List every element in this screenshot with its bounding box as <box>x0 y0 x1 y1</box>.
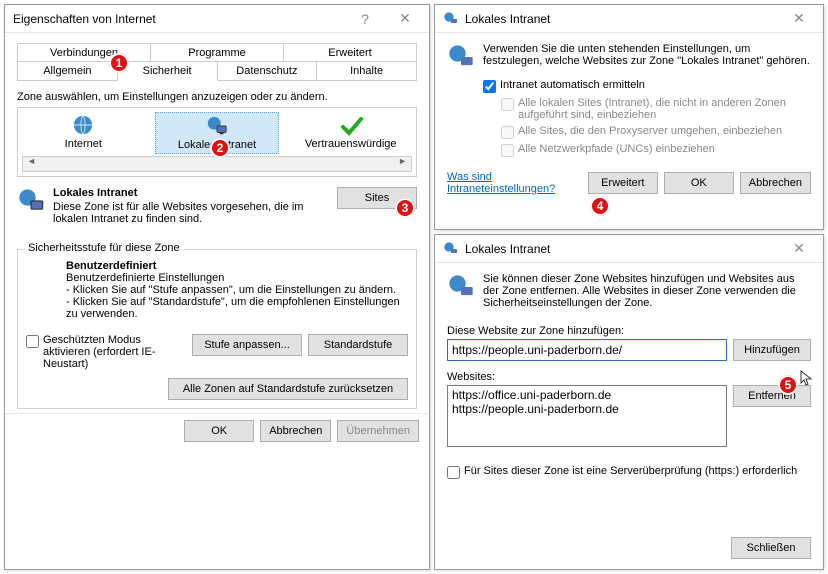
globe-icon <box>72 114 94 136</box>
cb-local-sites: Alle lokalen Sites (Intranet), die nicht… <box>501 97 811 121</box>
local-intranet-sites-window: Lokales Intranet ✕ Sie können dieser Zon… <box>434 234 824 570</box>
cb-unc-paths: Alle Netzwerkpfade (UNCs) einbeziehen <box>501 143 811 157</box>
local-intranet-zone-window: Lokales Intranet ✕ Verwenden Sie die unt… <box>434 4 824 230</box>
level-line: - Klicken Sie auf "Stufe anpassen", um d… <box>66 284 408 296</box>
shield-icon <box>443 11 459 27</box>
tabstrip: Verbindungen Programme Erweitert Allgeme… <box>17 43 417 81</box>
tab-allgemein[interactable]: Allgemein <box>17 61 118 81</box>
zone-heading: Lokales Intranet <box>53 187 329 199</box>
shield-icon <box>447 43 475 71</box>
step-marker-2: 2 <box>210 138 230 158</box>
auto-detect-label: Intranet automatisch ermitteln <box>500 79 645 91</box>
cb-proxy-bypass: Alle Sites, die den Proxyserver umgehen,… <box>501 125 811 139</box>
zone-description: Diese Zone ist für alle Websites vorgese… <box>53 201 329 225</box>
shield-icon <box>443 241 459 257</box>
add-site-input[interactable] <box>447 339 727 361</box>
titlebar: Lokales Intranet ✕ <box>435 5 823 33</box>
close-button[interactable]: ✕ <box>779 5 819 32</box>
window-title: Lokales Intranet <box>465 12 779 26</box>
tab-verbindungen[interactable]: Verbindungen <box>17 43 151 62</box>
https-verify-label: Für Sites dieser Zone ist eine Serverübe… <box>464 465 797 477</box>
https-verify-input[interactable] <box>447 466 460 479</box>
add-button[interactable]: Hinzufügen <box>733 339 811 361</box>
zone-prompt: Zone auswählen, um Einstellungen anzuzei… <box>17 91 417 103</box>
cb-proxy-bypass-input <box>501 126 514 139</box>
shield-icon <box>447 273 475 301</box>
tab-datenschutz[interactable]: Datenschutz <box>218 61 318 81</box>
zone-internet[interactable]: Internet <box>22 112 145 154</box>
cb-unc-paths-label: Alle Netzwerkpfade (UNCs) einbeziehen <box>518 143 715 155</box>
protected-mode-input[interactable] <box>26 335 39 348</box>
tab-inhalte[interactable]: Inhalte <box>317 61 417 81</box>
websites-list[interactable]: https://office.uni-paderborn.de https://… <box>447 385 727 447</box>
intro-text: Sie können dieser Zone Websites hinzufüg… <box>483 273 811 309</box>
titlebar: Lokales Intranet ✕ <box>435 235 823 263</box>
internet-properties-window: Eigenschaften von Internet ? ✕ Verbindun… <box>4 4 430 570</box>
level-line: - Klicken Sie auf "Standardstufe", um di… <box>66 296 408 320</box>
tab-programme[interactable]: Programme <box>151 43 284 62</box>
https-verify-checkbox[interactable]: Für Sites dieser Zone ist eine Serverübe… <box>447 465 811 479</box>
default-level-button[interactable]: Standardstufe <box>308 334 408 356</box>
level-line: Benutzerdefinierte Einstellungen <box>66 272 408 284</box>
add-site-label: Diese Website zur Zone hinzufügen: <box>447 325 811 337</box>
close-button[interactable]: ✕ <box>385 5 425 32</box>
checkmark-icon <box>340 114 362 136</box>
cb-proxy-bypass-label: Alle Sites, die den Proxyserver umgehen,… <box>518 125 782 137</box>
step-marker-1: 1 <box>109 53 129 73</box>
custom-level-button[interactable]: Stufe anpassen... <box>192 334 302 356</box>
window-title: Lokales Intranet <box>465 242 779 256</box>
close-button[interactable]: ✕ <box>779 235 819 262</box>
security-level-legend: Sicherheitsstufe für diese Zone <box>24 242 184 254</box>
step-marker-5: 5 <box>778 375 798 395</box>
cancel-button[interactable]: Abbrechen <box>740 172 811 194</box>
reset-all-button[interactable]: Alle Zonen auf Standardstufe zurücksetze… <box>168 378 408 400</box>
shield-icon <box>17 187 45 215</box>
security-level-group: Sicherheitsstufe für diese Zone Benutzer… <box>17 249 417 409</box>
tab-erweitert[interactable]: Erweitert <box>284 43 417 62</box>
intranet-settings-link[interactable]: Was sind Intraneteinstellungen? <box>447 171 567 195</box>
cancel-button[interactable]: Abbrechen <box>260 420 331 442</box>
titlebar: Eigenschaften von Internet ? ✕ <box>5 5 429 33</box>
tab-sicherheit[interactable]: Sicherheit <box>118 61 218 81</box>
ok-button[interactable]: OK <box>184 420 254 442</box>
remove-button[interactable]: Entfernen <box>733 385 811 407</box>
close-window-button[interactable]: Schließen <box>731 537 811 559</box>
protected-mode-checkbox[interactable]: Geschützten Modus aktivieren (erfordert … <box>26 334 166 370</box>
step-marker-4: 4 <box>590 196 610 216</box>
apply-button[interactable]: Übernehmen <box>337 420 419 442</box>
level-title: Benutzerdefiniert <box>66 260 408 272</box>
window-title: Eigenschaften von Internet <box>13 12 345 26</box>
cb-unc-paths-input <box>501 144 514 157</box>
cb-local-sites-input <box>501 98 514 111</box>
intro-text: Verwenden Sie die unten stehenden Einste… <box>483 43 811 71</box>
horizontal-scrollbar[interactable] <box>22 156 412 172</box>
mouse-cursor-icon <box>800 370 816 386</box>
list-item[interactable]: https://office.uni-paderborn.de <box>452 388 722 402</box>
auto-detect-checkbox[interactable]: Intranet automatisch ermitteln <box>483 79 811 93</box>
zone-trusted[interactable]: Vertrauenswürdige <box>289 112 412 154</box>
ok-button[interactable]: OK <box>664 172 734 194</box>
globe-monitor-icon <box>206 115 228 137</box>
zone-label: Vertrauenswürdige <box>289 138 412 150</box>
help-button[interactable]: ? <box>345 5 385 32</box>
advanced-button[interactable]: Erweitert <box>588 172 658 194</box>
zone-label: Internet <box>22 138 145 150</box>
websites-label: Websites: <box>447 371 811 383</box>
cb-local-sites-label: Alle lokalen Sites (Intranet), die nicht… <box>518 97 811 121</box>
protected-mode-label: Geschützten Modus aktivieren (erfordert … <box>43 334 166 370</box>
list-item[interactable]: https://people.uni-paderborn.de <box>452 402 722 416</box>
step-marker-3: 3 <box>395 198 415 218</box>
auto-detect-input[interactable] <box>483 80 496 93</box>
